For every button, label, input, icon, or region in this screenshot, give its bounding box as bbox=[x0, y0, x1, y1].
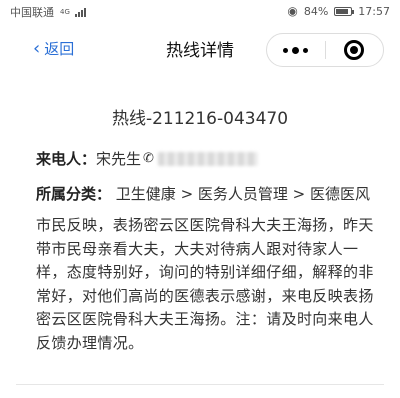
category-label: 所属分类： bbox=[36, 185, 112, 203]
more-dots-icon bbox=[283, 47, 289, 53]
carrier-label: 中国联通 bbox=[10, 6, 54, 19]
battery-icon bbox=[334, 6, 355, 16]
hotline-number: 热线-211216-043470 bbox=[111, 109, 289, 129]
more-button[interactable] bbox=[267, 34, 325, 66]
masked-phone-number bbox=[157, 151, 258, 166]
eye-icon: ◉ bbox=[287, 4, 298, 18]
caller-row: 来电人： 宋先生 ✆ bbox=[36, 148, 258, 169]
battery-percent: 84% bbox=[303, 4, 329, 18]
category-row: 所属分类： 卫生健康 > 医务人员管理 > 医德医风 bbox=[36, 183, 370, 204]
more-dots-icon bbox=[292, 46, 300, 54]
caller-name: 宋先生 bbox=[96, 150, 142, 168]
hotline-content: 市民反映，表扬密云区医院骨科大夫王海扬，昨天带市民母亲看大夫，大夫对待病人跟对待… bbox=[36, 216, 374, 352]
battery-fill bbox=[336, 8, 349, 14]
close-button[interactable] bbox=[325, 34, 383, 66]
divider bbox=[16, 384, 384, 385]
phone-icon: ✆ bbox=[143, 151, 154, 166]
hotline-detail-page: 中国联通 4G ◉ 84% 17:57 ‹ 返回 热线详情 热线-211216-… bbox=[0, 0, 400, 398]
clock: 17:57 bbox=[358, 4, 390, 18]
caller-label: 来电人： bbox=[36, 150, 97, 168]
network-type: 4G bbox=[60, 7, 70, 16]
mini-program-capsule bbox=[266, 33, 384, 67]
signal-icon bbox=[74, 7, 86, 17]
status-bar: 中国联通 4G ◉ 84% 17:57 bbox=[0, 0, 400, 22]
category-value: 卫生健康 > 医务人员管理 > 医德医风 bbox=[115, 185, 371, 203]
nav-bar: ‹ 返回 热线详情 bbox=[0, 22, 400, 72]
more-dots-icon bbox=[303, 47, 309, 53]
target-icon bbox=[344, 40, 365, 60]
